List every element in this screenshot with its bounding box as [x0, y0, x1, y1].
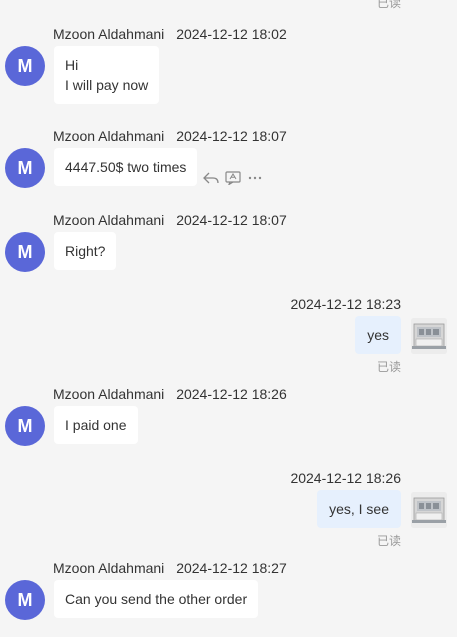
reply-icon[interactable] — [202, 169, 220, 187]
message-actions — [202, 169, 264, 187]
avatar-letter: M — [17, 241, 33, 262]
message-meta: Mzoon Aldahmani 2024-12-12 18:26 — [53, 386, 287, 402]
avatar-letter: M — [17, 55, 33, 76]
message-time: 2024-12-12 18:27 — [176, 560, 287, 576]
message-time: 2024-12-12 18:23 — [290, 296, 401, 312]
chat-message-list[interactable]: 已读 Mzoon Aldahmani 2024-12-12 18:02 M Hi… — [0, 0, 457, 637]
message-bubble[interactable]: Can you send the other order — [54, 580, 259, 618]
message-bubble[interactable]: Hi I will pay now — [54, 46, 160, 104]
user-avatar[interactable] — [411, 492, 447, 528]
message-text: yes — [367, 327, 389, 343]
message-meta: Mzoon Aldahmani 2024-12-12 18:07 — [53, 128, 287, 144]
user-avatar[interactable] — [411, 318, 447, 354]
message-bubble[interactable]: Right? — [54, 232, 117, 270]
message-meta: Mzoon Aldahmani 2024-12-12 18:02 — [53, 26, 287, 42]
avatar-letter: M — [17, 589, 33, 610]
read-status-label: 已读 — [376, 534, 401, 548]
message-bubble[interactable]: yes, I see — [317, 490, 401, 528]
message-text: Right? — [65, 243, 106, 259]
sender-name: Mzoon Aldahmani — [53, 386, 165, 402]
message-text: 4447.50$ two times — [65, 159, 187, 175]
message-time: 2024-12-12 18:07 — [176, 128, 287, 144]
sender-name: Mzoon Aldahmani — [53, 128, 165, 144]
message-line: Hi — [65, 57, 79, 73]
message-meta: Mzoon Aldahmani 2024-12-12 18:27 — [53, 560, 287, 576]
message-bubble[interactable]: I paid one — [54, 406, 138, 444]
message-time: 2024-12-12 18:02 — [176, 26, 287, 42]
message-meta: Mzoon Aldahmani 2024-12-12 18:07 — [53, 212, 287, 228]
more-icon[interactable] — [246, 169, 264, 187]
machine-avatar-icon — [411, 492, 447, 528]
machine-avatar-icon — [411, 318, 447, 354]
sender-name: Mzoon Aldahmani — [53, 212, 165, 228]
avatar-letter: M — [17, 157, 33, 178]
message-time: 2024-12-12 18:07 — [176, 212, 287, 228]
avatar[interactable]: M — [5, 406, 45, 446]
avatar[interactable]: M — [5, 232, 45, 272]
avatar[interactable]: M — [5, 148, 45, 188]
translate-icon[interactable] — [224, 169, 242, 187]
message-text: I paid one — [65, 417, 127, 433]
sender-name: Mzoon Aldahmani — [53, 560, 165, 576]
message-bubble[interactable]: 4447.50$ two times — [54, 148, 198, 186]
read-status-label: 已读 — [376, 0, 401, 10]
read-status-label: 已读 — [376, 360, 401, 374]
avatar[interactable]: M — [5, 46, 45, 86]
sender-name: Mzoon Aldahmani — [53, 26, 165, 42]
avatar[interactable]: M — [5, 580, 45, 620]
message-text: Can you send the other order — [65, 591, 248, 607]
message-text: yes, I see — [329, 501, 389, 517]
message-time: 2024-12-12 18:26 — [176, 386, 287, 402]
message-line: I will pay now — [65, 77, 149, 93]
message-bubble[interactable]: yes — [355, 316, 401, 354]
message-time: 2024-12-12 18:26 — [290, 470, 401, 486]
avatar-letter: M — [17, 415, 33, 436]
